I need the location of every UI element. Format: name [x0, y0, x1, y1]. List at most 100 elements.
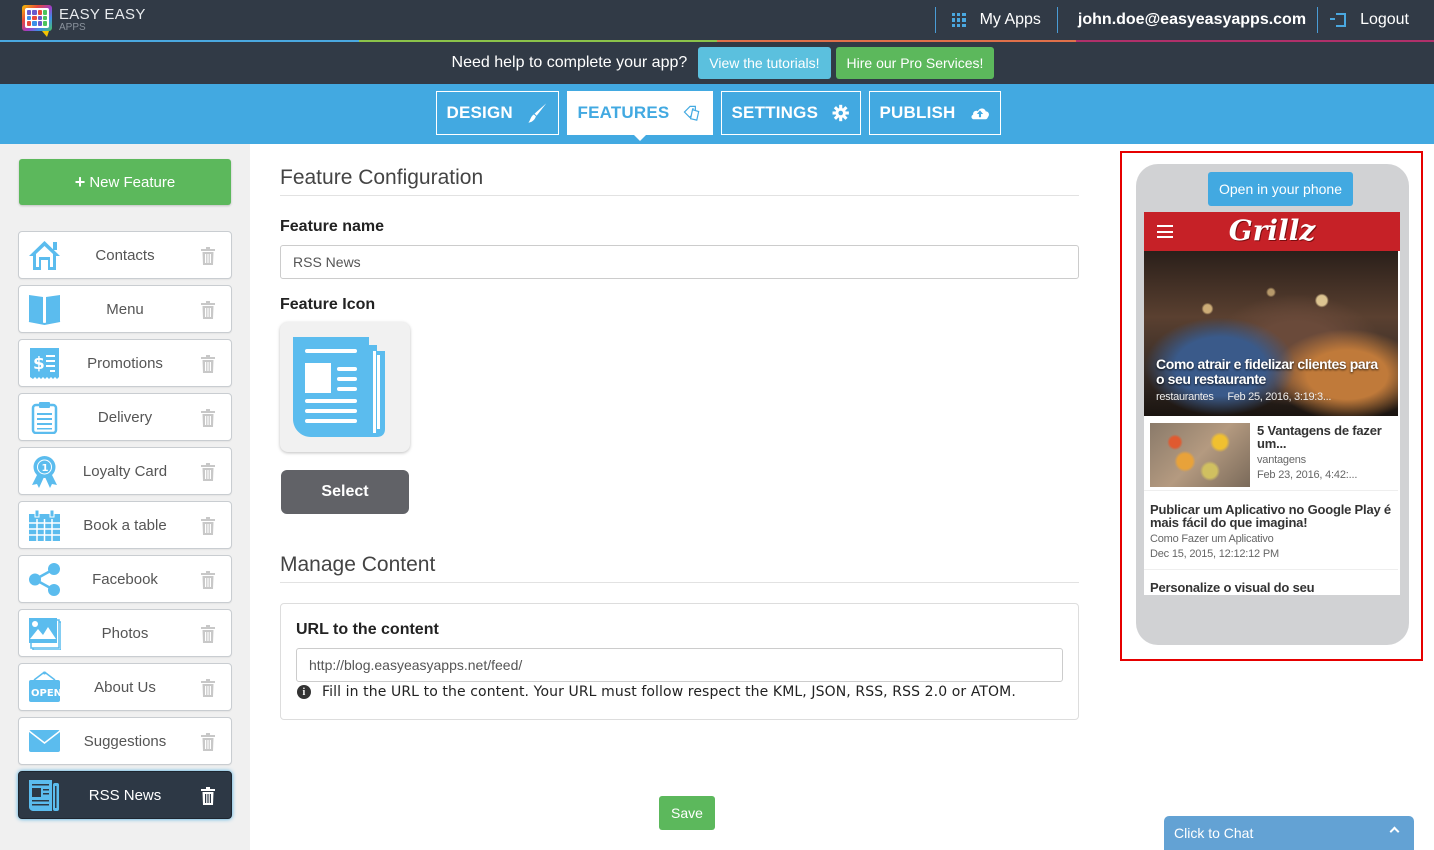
sidebar-item-suggestions[interactable]: Suggestions — [18, 717, 232, 765]
article-list-item[interactable]: Publicar um Aplicativo no Google Play é … — [1144, 491, 1398, 570]
sidebar-item-label: Delivery — [97, 408, 153, 426]
sidebar-item-label: Suggestions — [83, 732, 167, 750]
app-logo[interactable]: EASY EASY APPS — [22, 5, 146, 37]
tab-label: PUBLISH — [879, 103, 956, 122]
sidebar-item-menu[interactable]: Menu — [18, 285, 232, 333]
feature-config-panel: Feature Configuration Feature name RSS N… — [250, 144, 1120, 850]
trash-icon[interactable] — [201, 733, 215, 756]
hire-pro-services-button[interactable]: Hire our Pro Services! — [835, 47, 995, 79]
tab-label: DESIGN — [446, 103, 513, 122]
sidebar-item-label: Photos — [101, 624, 149, 642]
article-date: Feb 23, 2016, 4:42:... — [1257, 469, 1358, 481]
grid-icon — [951, 13, 966, 27]
url-label: URL to the content — [296, 621, 439, 638]
trash-icon[interactable] — [201, 301, 215, 324]
app-preview-frame: Open in your phone Grillz Como atrair e … — [1120, 151, 1423, 661]
hero-date: Feb 25, 2016, 3:19:3... — [1227, 391, 1332, 403]
open-in-phone-button[interactable]: Open in your phone — [1208, 172, 1353, 206]
article-category: vantagens — [1257, 454, 1306, 466]
sidebar-item-label: Facebook — [92, 570, 158, 588]
trash-icon[interactable] — [201, 409, 215, 432]
sidebar-item-facebook[interactable]: Facebook — [18, 555, 232, 603]
trash-icon[interactable] — [201, 517, 215, 540]
tab-label: SETTINGS — [731, 103, 819, 122]
sidebar-item-promotions[interactable]: $ Promotions — [18, 339, 232, 387]
app-header: Grillz — [1144, 212, 1400, 251]
trash-icon[interactable] — [201, 571, 215, 594]
feature-name-label: Feature name — [280, 218, 385, 235]
logout-link[interactable]: Logout — [1318, 0, 1434, 40]
url-value: http://blog.easyeasyapps.net/feed/ — [309, 657, 523, 673]
chat-label: Click to Chat — [1174, 825, 1254, 841]
hero-title: Como atrair e fidelizar clientes para o … — [1156, 356, 1378, 387]
save-button[interactable]: Save — [659, 796, 715, 830]
trash-icon[interactable] — [201, 463, 215, 486]
sidebar-item-loyalty-card[interactable]: 1 Loyalty Card — [18, 447, 232, 495]
chat-widget[interactable]: Click to Chat — [1164, 816, 1414, 850]
sidebar-item-rss-news[interactable]: RSS News — [18, 771, 232, 819]
sidebar-item-book-a-table[interactable]: Book a table — [18, 501, 232, 549]
sidebar-item-delivery[interactable]: Delivery — [18, 393, 232, 441]
tab-settings[interactable]: SETTINGS — [720, 91, 861, 135]
sidebar-item-photos[interactable]: Photos — [18, 609, 232, 657]
article-thumbnail — [1150, 423, 1250, 487]
select-icon-button[interactable]: Select — [281, 470, 409, 514]
trash-icon[interactable] — [201, 355, 215, 378]
tab-publish[interactable]: PUBLISH — [868, 91, 1001, 135]
cloud-upload-icon — [971, 108, 989, 120]
url-input[interactable]: http://blog.easyeasyapps.net/feed/ — [296, 648, 1063, 682]
gear-icon — [832, 104, 849, 122]
article-list-item[interactable]: Personalize o visual do seu — [1144, 570, 1398, 595]
article-list-item[interactable]: 5 Vantagens de fazer um... vantagens Feb… — [1144, 416, 1398, 491]
trash-icon[interactable] — [201, 625, 215, 648]
trash-icon[interactable] — [201, 247, 215, 270]
sidebar-item-about-us[interactable]: OPEN About Us — [18, 663, 232, 711]
tab-design[interactable]: DESIGN — [435, 91, 559, 135]
brush-icon — [528, 103, 547, 123]
feature-name-input[interactable]: RSS News — [280, 245, 1079, 279]
trash-icon[interactable] — [201, 679, 215, 702]
top-navbar: EASY EASY APPS My Apps john.doe@easyeasy… — [0, 0, 1434, 40]
feature-list: Contacts Menu $ Promotions Delivery 1 Loyalty … — [18, 231, 232, 825]
trash-icon[interactable] — [201, 787, 215, 810]
sidebar-item-label: Promotions — [87, 354, 163, 372]
chevron-up-icon — [1389, 826, 1400, 837]
article-category: Como Fazer um Aplicativo — [1150, 533, 1274, 545]
sidebar-item-label: Loyalty Card — [82, 462, 168, 480]
feature-name-value: RSS News — [293, 254, 361, 270]
logo-title: EASY EASY — [59, 6, 146, 23]
my-apps-link[interactable]: My Apps — [936, 0, 1057, 40]
sidebar-item-contacts[interactable]: Contacts — [18, 231, 232, 279]
url-hint: i Fill in the URL to the content. Your U… — [297, 684, 1016, 700]
app-brand: Grillz — [1228, 214, 1316, 247]
section-title-manage-content: Manage Content — [280, 553, 1079, 583]
sidebar-item-label: About Us — [94, 678, 156, 696]
tab-label: FEATURES — [577, 103, 670, 122]
help-text: Need help to complete your app? — [451, 54, 688, 71]
phone-screen[interactable]: Grillz Como atrair e fidelizar clientes … — [1144, 212, 1400, 595]
section-title-feature-configuration: Feature Configuration — [280, 166, 1079, 196]
feature-icon-preview — [280, 322, 410, 452]
manage-content-box: URL to the content http://blog.easyeasya… — [280, 603, 1079, 720]
view-tutorials-button[interactable]: View the tutorials! — [698, 47, 831, 79]
hero-article[interactable]: Como atrair e fidelizar clientes para o … — [1144, 251, 1398, 416]
logout-label: Logout — [1360, 11, 1409, 28]
article-title: 5 Vantagens de fazer um... — [1257, 423, 1382, 451]
hero-category: restaurantes — [1156, 391, 1214, 403]
new-feature-button[interactable]: + New Feature — [19, 159, 231, 205]
plus-icon: + — [74, 171, 86, 192]
article-title: Publicar um Aplicativo no Google Play é … — [1150, 502, 1391, 530]
main-tabs: DESIGN FEATURES SETTINGS PUBLISH — [0, 84, 1434, 144]
sidebar-item-label: Menu — [106, 300, 144, 318]
sidebar-item-label: RSS News — [88, 786, 162, 804]
logo-subtitle: APPS — [59, 22, 86, 33]
user-account-link[interactable]: john.doe@easyeasyapps.com — [1058, 0, 1317, 40]
logo-icon — [22, 5, 52, 37]
hint-text: Fill in the URL to the content. Your URL… — [322, 684, 1016, 700]
sidebar-item-label: Contacts — [95, 246, 155, 264]
user-email: john.doe@easyeasyapps.com — [1077, 11, 1307, 28]
tab-features[interactable]: FEATURES — [566, 91, 713, 141]
phone-mockup: Open in your phone Grillz Como atrair e … — [1136, 164, 1409, 645]
tags-icon — [684, 105, 700, 121]
hero-meta: restaurantes Feb 25, 2016, 3:19:3... — [1156, 391, 1331, 403]
